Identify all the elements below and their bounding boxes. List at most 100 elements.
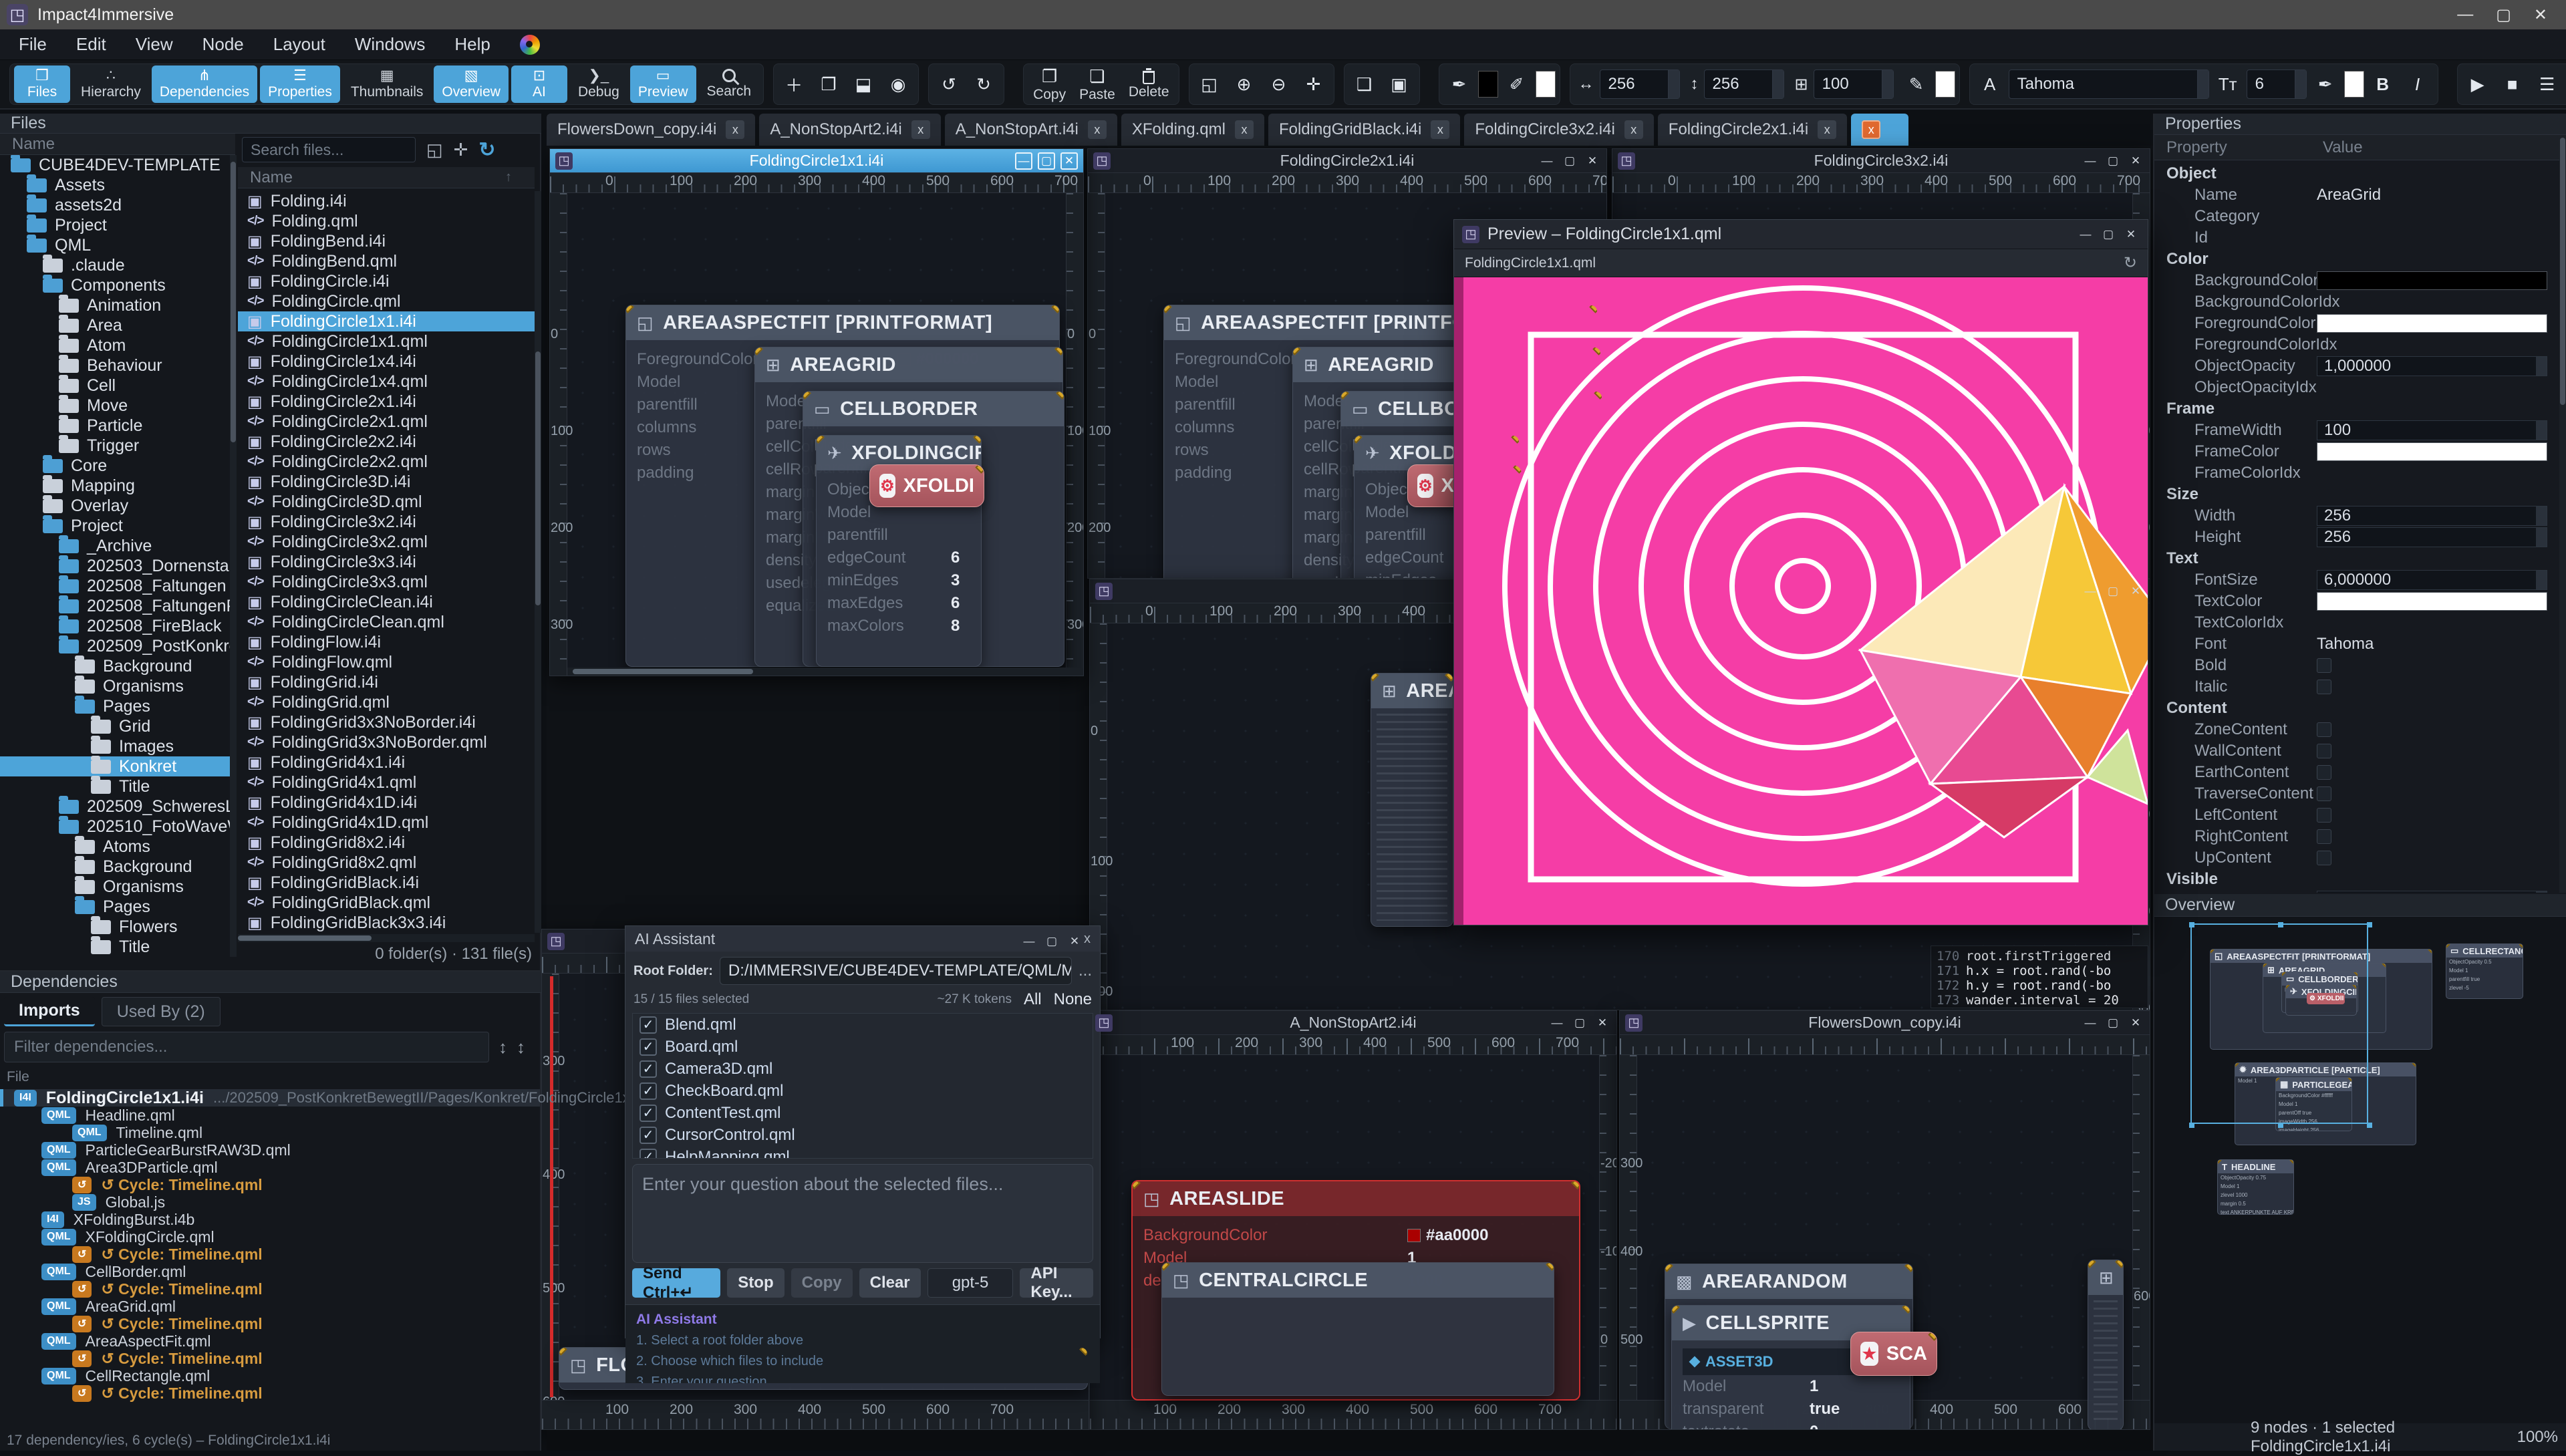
node-centralcircle[interactable]: ◳CENTRALCIRCLE [1161,1262,1554,1396]
checkbox-checked[interactable]: ✓ [639,1060,657,1078]
tree-item-konkret[interactable]: Konkret [0,756,235,776]
viewport-handle[interactable] [2189,922,2194,927]
overview-minimap[interactable]: ◱AREAASPECTFIT [PRINTFORMAT]⊞AREAGRID▭CE… [2154,917,2566,1423]
preview-maximize-icon[interactable]: ▢ [2100,226,2117,243]
node-areagrid[interactable]: ⊞AREAGRID [1371,673,1453,927]
tree-item-particle[interactable]: Particle [0,416,235,436]
file-item-foldingcircle3x3.i4i[interactable]: ▣FoldingCircle3x3.i4i [238,552,535,572]
window-maximize-icon[interactable]: ▢ [2104,1014,2122,1032]
property-value[interactable] [2317,722,2552,737]
toolbar-toggle-ai[interactable]: ⊡AI [511,65,567,103]
checkbox[interactable] [2317,829,2331,844]
file-item-foldingcircle3x3.qml[interactable]: </>FoldingCircle3x3.qml [238,572,535,592]
property-value[interactable] [2317,658,2552,673]
tree-item-assets2d[interactable]: assets2d [0,195,235,215]
property-value[interactable]: 1,000000 [2317,356,2552,376]
toolbar-toggle-search[interactable]: Search [699,65,760,103]
tree-item-move[interactable]: Move [0,396,235,416]
text-color-swatch[interactable] [2344,71,2364,98]
tab-FlowersDown_copy.i4i[interactable]: FlowersDown_copy.i4ix [547,114,755,146]
property-value[interactable] [2317,271,2552,290]
color-swatch[interactable] [2317,442,2547,461]
node-chip-xfoldi[interactable]: ⚙XFOLDI [869,464,984,507]
dependency-row[interactable]: I4IXFoldingBurst.i4b [0,1211,540,1228]
window-close-icon[interactable]: ✕ [2127,152,2144,170]
window-maximize-icon[interactable]: ▢ [2104,152,2122,170]
window-titlebar[interactable]: ◳FoldingCircle2x1.i4i—▢✕ [1088,149,1606,173]
property-value[interactable] [2317,744,2552,758]
toolbar-stop-button[interactable]: ■ [2497,67,2529,102]
toolbar-center-button[interactable]: ✛ [1298,67,1330,102]
node-header[interactable]: ◳AREASLIDE [1133,1181,1579,1216]
checkbox[interactable] [2317,722,2331,737]
tree-item-organisms[interactable]: Organisms [0,676,235,696]
dependency-row[interactable]: QMLArea3DParticle.qml [0,1159,540,1176]
menu-help[interactable]: Help [454,34,490,55]
ai-file-blend.qml[interactable]: ✓Blend.qml [633,1014,1093,1036]
tree-item-background[interactable]: Background [0,857,235,877]
file-list-scrollbar[interactable] [535,191,541,933]
dependency-row[interactable]: QMLAreaGrid.qml [0,1298,540,1315]
menu-layout[interactable]: Layout [273,34,325,55]
toolbar-font-button[interactable]: A [1974,67,2006,102]
node-header[interactable]: ⊞AREAGRID [755,347,1062,382]
dependency-row[interactable]: QMLParticleGearBurstRAW3D.qml [0,1141,540,1159]
dependency-row[interactable]: QMLHeadline.qml [0,1107,540,1124]
toolbar-play-button[interactable]: ▶ [2462,67,2494,102]
checkbox-checked[interactable]: ✓ [639,1127,657,1144]
toolbar-arrowV-input[interactable]: 256 [1704,69,1784,99]
dependency-row[interactable]: ↺↺ Cycle: Timeline.qml [0,1280,540,1298]
window-hscrollbar[interactable] [567,668,1083,676]
property-value[interactable] [2317,829,2552,844]
background-color-swatch[interactable] [1478,71,1498,98]
toolbar-paste-button[interactable]: ❏Paste [1074,67,1121,102]
viewport-handle[interactable] [2278,922,2283,927]
window-close-icon[interactable]: ✕ [1584,152,1601,170]
file-item-folding.i4i[interactable]: ▣Folding.i4i [238,191,535,211]
checkbox-checked[interactable]: ✓ [639,1038,657,1056]
collapse-all-icon[interactable]: ✛ [454,140,468,160]
tree-item-project[interactable]: Project [0,215,235,235]
file-item-foldingcircle3d.i4i[interactable]: ▣FoldingCircle3D.i4i [238,472,535,492]
tree-item-202508_faltungen[interactable]: 202508_Faltungen [0,576,235,596]
toolbar-dup-button[interactable]: ❑ [1348,67,1381,102]
toolbar-italic-button[interactable]: I [2402,67,2434,102]
node-header[interactable]: ▭CELLBORDER [803,392,1064,426]
dependencies-tab-used[interactable]: Used By (2) [102,997,221,1026]
toolbar-undo-button[interactable]: ↺ [933,67,965,102]
tree-item-atoms[interactable]: Atoms [0,837,235,857]
property-value[interactable] [2317,851,2552,865]
file-item-foldinggrid.i4i[interactable]: ▣FoldingGrid.i4i [238,672,535,692]
file-item-foldinggrid8x2.i4i[interactable]: ▣FoldingGrid8x2.i4i [238,833,535,853]
file-item-foldingcircle2x2.qml[interactable]: </>FoldingCircle2x2.qml [238,452,535,472]
toolbar-arrowH-input[interactable]: 256 [1600,69,1680,99]
window-minimize-icon[interactable]: — [1538,152,1556,170]
toolbar-toggle-dependencies[interactable]: ⋔Dependencies [152,65,257,103]
window-maximize-icon[interactable]: ▢ [1038,152,1055,170]
toolbar-open-button[interactable]: ❐ [813,67,845,102]
code-snippet[interactable]: 170root.firstTriggered171h.x = root.rand… [1931,945,2148,1008]
checkbox[interactable] [2317,765,2331,780]
property-value[interactable] [2317,808,2552,823]
connector-dot[interactable] [1928,1332,1937,1341]
property-value[interactable]: 6,000000 [2317,570,2552,590]
property-value[interactable] [2317,765,2552,780]
dependencies-tab-imports[interactable]: Imports [4,997,95,1026]
menu-windows[interactable]: Windows [355,34,425,55]
ai-file-board.qml[interactable]: ✓Board.qml [633,1036,1093,1058]
ai-root-input[interactable]: D:/IMMERSIVE/CUBE4DEV-TEMPLATE/QML/Mappi… [720,957,1072,985]
tree-item-animation[interactable]: Animation [0,295,235,315]
tree-item-trigger[interactable]: Trigger [0,436,235,456]
tree-item-_archive[interactable]: _Archive [0,536,235,556]
tree-item-pages[interactable]: Pages [0,897,235,917]
properties-scrollbar[interactable] [2559,138,2566,893]
ai-send-button[interactable]: Send Ctrl+↵ [632,1268,720,1298]
ai-file-camera3d.qml[interactable]: ✓Camera3D.qml [633,1058,1093,1080]
tree-item-grid[interactable]: Grid [0,716,235,736]
ai-select-all-button[interactable]: All [1024,990,1042,1009]
preview-window[interactable]: ◳ Preview – FoldingCircle1x1.qml — ▢ ✕ F… [1453,219,2148,925]
preview-tab[interactable]: FoldingCircle1x1.qml [1465,255,1596,271]
property-value[interactable] [2317,786,2552,801]
color-swatch[interactable] [2317,271,2547,290]
node-chip-sca[interactable]: ★SCA [1850,1332,1937,1376]
